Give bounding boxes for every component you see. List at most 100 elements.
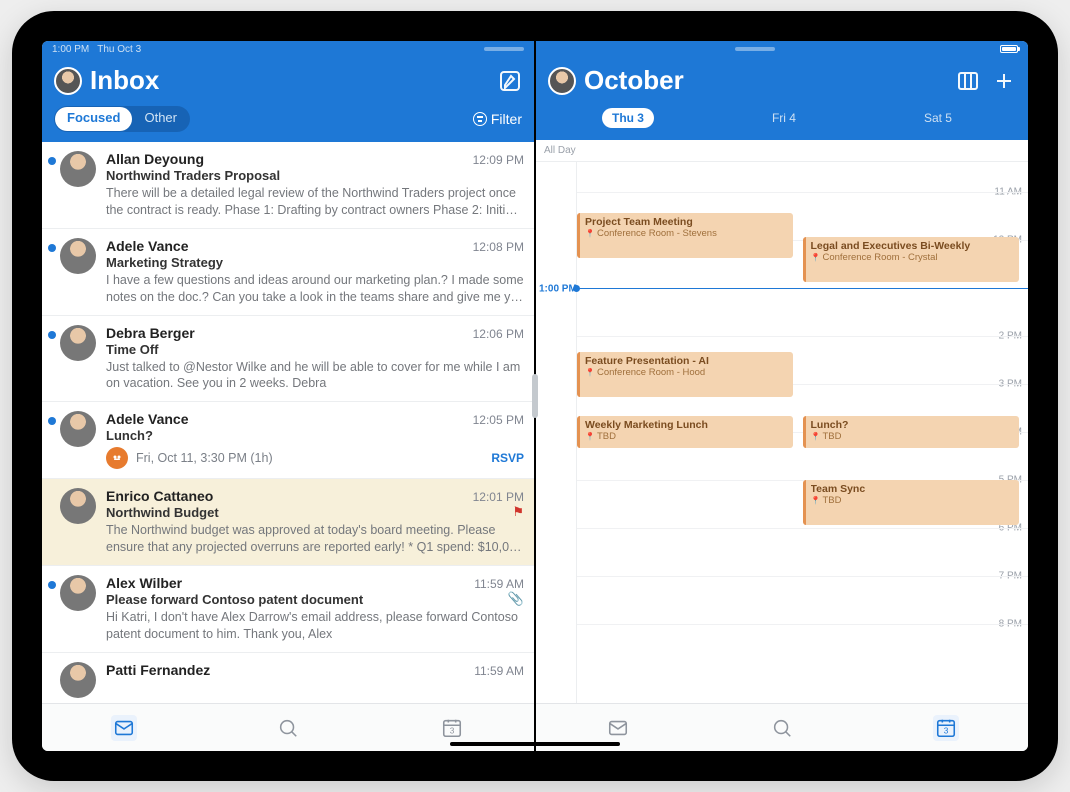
allday-row[interactable]: All Day — [536, 140, 1028, 162]
sender: Adele Vance — [106, 238, 189, 254]
calendar-invite-icon — [106, 447, 128, 469]
filter-label: Filter — [491, 111, 522, 127]
unread-dot — [48, 331, 56, 339]
mail-time: 12:09 PM — [473, 153, 524, 167]
calendar-event[interactable]: Team Sync📍TBD — [803, 480, 1019, 525]
event-grid[interactable]: 1:00 PMProject Team Meeting📍Conference R… — [576, 162, 1028, 703]
mail-item[interactable]: Patti Fernandez 11:59 AM — [42, 653, 534, 703]
flag-icon: ⚑ — [512, 504, 524, 520]
sender-avatar — [60, 411, 96, 447]
tab-other[interactable]: Other — [132, 107, 189, 131]
sender: Debra Berger — [106, 325, 195, 341]
calendar-event[interactable]: Legal and Executives Bi-Weekly📍Conferenc… — [803, 237, 1019, 282]
day-chip[interactable]: Sat 5 — [914, 108, 962, 128]
location-pin-icon: 📍 — [811, 253, 821, 262]
attachment-icon: 📎 — [508, 591, 524, 607]
mail-item[interactable]: Allan Deyoung12:09 PM Northwind Traders … — [42, 142, 534, 229]
tab-calendar-icon[interactable]: 3 — [439, 715, 465, 741]
location-pin-icon: 📍 — [811, 496, 821, 505]
tab-mail-icon[interactable] — [111, 715, 137, 741]
event-location: 📍TBD — [811, 495, 1014, 506]
screen: 1:00 PM Thu Oct 3 Inbox Focused Other — [42, 41, 1028, 751]
calendar-event[interactable]: Weekly Marketing Lunch📍TBD — [577, 416, 793, 448]
location-pin-icon: 📍 — [585, 229, 595, 238]
statusbar-left: 1:00 PM Thu Oct 3 — [42, 41, 534, 57]
tab-search-icon[interactable] — [275, 715, 301, 741]
mail-time: 11:59 AM — [474, 577, 524, 591]
mail-time: 12:05 PM — [473, 413, 524, 427]
event-location: 📍Conference Room - Stevens — [585, 228, 788, 239]
tab-mail-icon[interactable] — [605, 715, 631, 741]
calendar-event[interactable]: Project Team Meeting📍Conference Room - S… — [577, 213, 793, 258]
sender: Alex Wilber — [106, 575, 182, 591]
tab-focused[interactable]: Focused — [55, 107, 132, 131]
preview: The Northwind budget was approved at tod… — [106, 522, 524, 556]
invite-datetime: Fri, Oct 11, 3:30 PM (1h) — [136, 451, 273, 465]
preview: I have a few questions and ideas around … — [106, 272, 524, 306]
mail-header: Inbox Focused Other Filter — [42, 57, 534, 142]
subject: Lunch? — [106, 428, 524, 443]
schedule-grid[interactable]: 11 AM12 PM2 PM3 PM4 PM5 PM6 PM7 PM8 PM 1… — [536, 162, 1028, 703]
event-title: Feature Presentation - AI — [585, 355, 788, 367]
split-handle-icon[interactable] — [532, 374, 538, 418]
mail-time: 12:08 PM — [473, 240, 524, 254]
battery-icon — [1000, 45, 1018, 53]
hour-line — [577, 192, 1028, 193]
preview: There will be a detailed legal review of… — [106, 185, 524, 219]
mail-time: 12:06 PM — [473, 327, 524, 341]
calendar-body: All Day 11 AM12 PM2 PM3 PM4 PM5 PM6 PM7 … — [536, 140, 1028, 703]
unread-dot — [48, 417, 56, 425]
sender-avatar — [60, 575, 96, 611]
event-title: Legal and Executives Bi-Weekly — [811, 240, 1014, 252]
rsvp-button[interactable]: RSVP — [491, 451, 524, 465]
mail-item[interactable]: Enrico Cattaneo12:01 PM Northwind Budget… — [42, 479, 534, 566]
account-avatar[interactable] — [54, 67, 82, 95]
day-chip[interactable]: Fri 4 — [762, 108, 806, 128]
event-title: Project Team Meeting — [585, 216, 788, 228]
mail-time: 11:59 AM — [474, 664, 524, 678]
mail-time: 12:01 PM — [473, 490, 524, 504]
split-divider[interactable] — [534, 41, 536, 751]
calendar-title: October — [584, 65, 684, 96]
unread-dot — [48, 581, 56, 589]
mail-item[interactable]: Alex Wilber11:59 AM Please forward Conto… — [42, 566, 534, 653]
compose-button[interactable] — [498, 69, 522, 93]
calendar-header: October Thu 3 Fri 4 Sat 5 — [536, 57, 1028, 140]
account-avatar[interactable] — [548, 67, 576, 95]
hour-line — [577, 624, 1028, 625]
subject: Time Off — [106, 342, 524, 357]
sender: Patti Fernandez — [106, 662, 210, 678]
mail-item[interactable]: Debra Berger 12:06 PM Time Off Just talke… — [42, 316, 534, 403]
subject: Northwind Traders Proposal — [106, 168, 524, 183]
event-title: Weekly Marketing Lunch — [585, 419, 788, 431]
mail-item[interactable]: Adele Vance 12:08 PM Marketing Strategy I… — [42, 229, 534, 316]
svg-text:3: 3 — [944, 726, 949, 735]
sender-avatar — [60, 151, 96, 187]
tab-search-icon[interactable] — [769, 715, 795, 741]
day-selector: Thu 3 Fri 4 Sat 5 — [548, 102, 1016, 130]
subject: Marketing Strategy — [106, 255, 524, 270]
day-chip[interactable]: Thu 3 — [602, 108, 654, 128]
mail-list[interactable]: Allan Deyoung12:09 PM Northwind Traders … — [42, 142, 534, 703]
mail-panel: 1:00 PM Thu Oct 3 Inbox Focused Other — [42, 41, 534, 751]
preview: Hi Katri, I don't have Alex Darrow's ema… — [106, 609, 524, 643]
calendar-event[interactable]: Lunch?📍TBD — [803, 416, 1019, 448]
sender: Adele Vance — [106, 411, 189, 427]
filter-button[interactable]: Filter — [473, 111, 522, 127]
statusbar-right — [536, 41, 1028, 57]
new-event-button[interactable] — [992, 69, 1016, 93]
event-location: 📍TBD — [585, 431, 788, 442]
multitask-grabber[interactable] — [735, 47, 775, 51]
mail-item[interactable]: Adele Vance 12:05 PM Lunch? Fri, Oct 11, … — [42, 402, 534, 479]
multitask-grabber[interactable] — [484, 47, 524, 51]
location-pin-icon: 📍 — [585, 368, 595, 377]
tab-calendar-icon[interactable]: 3 — [933, 715, 959, 741]
calendar-event[interactable]: Feature Presentation - AI📍Conference Roo… — [577, 352, 793, 397]
preview: Just talked to @Nestor Wilke and he will… — [106, 359, 524, 393]
view-toggle-button[interactable] — [956, 69, 980, 93]
event-location: 📍Conference Room - Hood — [585, 367, 788, 378]
subject: Northwind Budget — [106, 505, 219, 520]
sender-avatar — [60, 238, 96, 274]
event-location: 📍TBD — [811, 431, 1014, 442]
location-pin-icon: 📍 — [811, 432, 821, 441]
